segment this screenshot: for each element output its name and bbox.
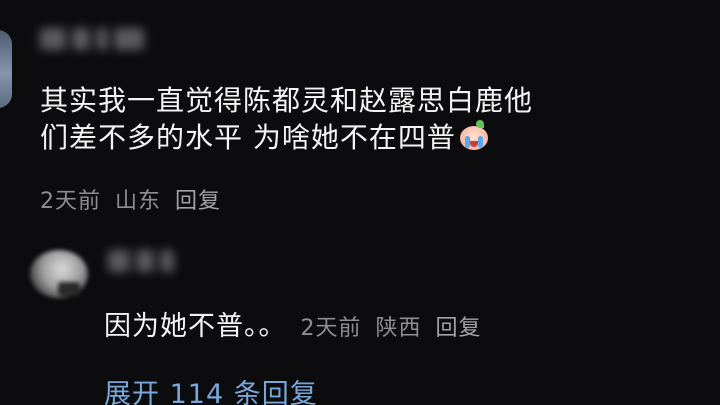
commenter-username-blurred[interactable] [40,28,144,50]
comment-body[interactable]: 其实我一直觉得陈都灵和赵露思白鹿他 们差不多的水平 为啥她不在四普 [40,82,680,156]
reply-location: 陕西 [375,316,422,341]
replier-avatar[interactable] [30,250,88,298]
comment-text-line-1: 其实我一直觉得陈都灵和赵露思白鹿他 [40,84,534,117]
comment-reply-button[interactable]: 回复 [175,183,221,215]
reply-row: 因为她不普。。 2天前 陕西 回复 [104,304,482,343]
comment-time: 2天前 [40,189,101,214]
replier-username-blurred[interactable] [108,250,174,272]
comment-location: 山东 [115,189,162,214]
comment-text-line-2: 们差不多的水平 为啥她不在四普 [40,119,680,156]
reply-reply-button[interactable]: 回复 [436,310,482,342]
comment-meta: 2天前 山东 回复 [40,183,221,215]
commenter-avatar[interactable] [0,30,12,108]
expand-replies-link[interactable]: 展开 114 条回复 [104,372,318,405]
reply-body[interactable]: 因为她不普。。 [104,304,287,343]
reply-time: 2天前 [300,316,362,341]
comment-text-line-2-text: 们差不多的水平 为啥她不在四普 [40,121,456,154]
comment-thread: 其实我一直觉得陈都灵和赵露思白鹿他 们差不多的水平 为啥她不在四普 2天前 山东… [0,0,720,405]
crying-face-emoji-icon [458,120,490,152]
